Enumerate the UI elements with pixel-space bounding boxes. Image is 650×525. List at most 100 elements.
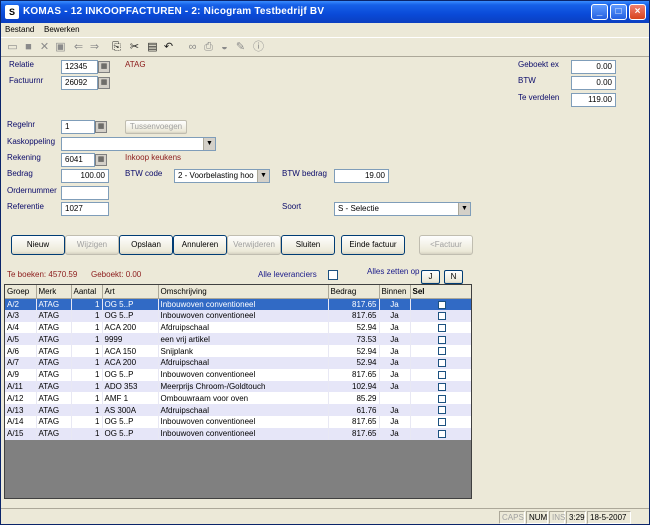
bedrag-field[interactable]: 100.00: [61, 169, 109, 183]
select-checkbox[interactable]: [437, 371, 446, 380]
verwijderen-button[interactable]: Verwijderen: [227, 235, 281, 255]
soort-value: S - Selectie: [338, 204, 379, 213]
regelnr-field[interactable]: 1: [61, 120, 95, 134]
rekening-field[interactable]: 6041: [61, 153, 95, 167]
undo-icon[interactable]: ↶: [161, 40, 176, 55]
table-row[interactable]: A/6 ATAG 1 ACA 150 Snijplank 52.94 Ja: [5, 345, 471, 357]
table-row[interactable]: A/11 ATAG 1 ADO 353 Meerprijs Chroom-/Goldto…: [5, 380, 471, 393]
cell-art: OG 5..P: [102, 298, 159, 310]
copy-icon[interactable]: ⎘: [109, 40, 124, 55]
table-row[interactable]: A/15 ATAG 1 OG 5..P Inbouwoven conventioneel…: [5, 427, 471, 440]
btw-label: BTW: [518, 76, 536, 85]
select-checkbox[interactable]: [437, 359, 446, 368]
menu-bewerken[interactable]: Bewerken: [44, 25, 80, 34]
col-aantal[interactable]: Aantal: [71, 285, 103, 299]
select-checkbox[interactable]: [437, 335, 446, 344]
table-row[interactable]: A/13 ATAG 1 AS 300A Afdruipschaal 61.76 Ja: [5, 404, 471, 416]
select-checkbox[interactable]: [437, 382, 446, 391]
opslaan-button[interactable]: Opslaan: [119, 235, 173, 255]
soort-select[interactable]: S - Selectie ▼: [334, 202, 471, 216]
forward-arrow-icon[interactable]: ⇒: [87, 40, 102, 55]
select-checkbox[interactable]: [437, 418, 446, 427]
select-checkbox[interactable]: [437, 312, 446, 321]
minimize-button[interactable]: _: [591, 4, 608, 20]
nieuw-button[interactable]: Nieuw: [11, 235, 65, 255]
cell-merk: ATAG: [36, 415, 72, 428]
cell-art: OG 5..P: [102, 415, 159, 428]
factuur-field[interactable]: 26092: [61, 76, 98, 90]
alles-zetten-label: Alles zetten op: [367, 267, 420, 276]
annuleren-button[interactable]: Annuleren: [173, 235, 227, 255]
paste-icon[interactable]: ▤: [145, 40, 160, 55]
select-checkbox[interactable]: [437, 300, 446, 309]
back-arrow-icon[interactable]: ⇐: [71, 40, 86, 55]
close-button[interactable]: ×: [629, 4, 646, 20]
invoice-lines-grid[interactable]: Groep Merk Aantal Art Omschrijving Bedra…: [4, 284, 472, 499]
kaskoppeling-select[interactable]: ▼: [61, 137, 216, 151]
binoculars-icon[interactable]: ∞: [185, 40, 200, 55]
cell-omschrijving: Inbouwoven conventioneel: [158, 427, 329, 440]
table-row[interactable]: A/2 ATAG 1 OG 5..P Inbouwoven conventioneel 8…: [5, 298, 471, 310]
col-bedrag[interactable]: Bedrag: [328, 285, 380, 299]
alle-leveranciers-checkbox[interactable]: [328, 270, 338, 280]
regelnr-lookup-icon[interactable]: ▦: [95, 121, 107, 133]
btwcode-select[interactable]: 2 - Voorbelasting hoo ▼: [174, 169, 270, 183]
new-icon[interactable]: ▭: [5, 40, 20, 55]
factuur-lookup-icon[interactable]: ▦: [98, 77, 110, 89]
cell-sel: [410, 368, 471, 381]
maximize-button[interactable]: □: [610, 4, 627, 20]
table-row[interactable]: A/5 ATAG 1 9999 een vrij artikel 73.53 Ja: [5, 333, 471, 346]
wijzigen-button[interactable]: Wijzigen: [65, 235, 119, 255]
table-row[interactable]: A/3 ATAG 1 OG 5..P Inbouwoven conventioneel 8…: [5, 309, 471, 322]
table-row[interactable]: A/14 ATAG 1 OG 5..P Inbouwoven conventioneel…: [5, 415, 471, 428]
table-row[interactable]: A/7 ATAG 1 ACA 200 Afdruipschaal 52.94 Ja: [5, 356, 471, 369]
col-art[interactable]: Art: [102, 285, 159, 299]
table-row[interactable]: A/12 ATAG 1 AMF 1 Ombouwraam voor oven 85.29: [5, 392, 471, 405]
select-checkbox[interactable]: [437, 430, 446, 439]
set-all-n-button[interactable]: N: [444, 270, 463, 284]
relatie-name: ATAG: [125, 60, 146, 69]
cut-icon[interactable]: ✂: [127, 40, 142, 55]
relatie-lookup-icon[interactable]: ▦: [98, 61, 110, 73]
cell-sel: [410, 345, 471, 357]
title-bar: S KOMAS - 12 INKOOPFACTUREN - 2: Nicogra…: [1, 1, 649, 23]
ordernummer-field[interactable]: [61, 186, 109, 200]
tussenvoegen-button[interactable]: Tussenvoegen: [125, 120, 187, 134]
relatie-field[interactable]: 12345: [61, 60, 98, 74]
btwbedrag-field[interactable]: 19.00: [334, 169, 389, 183]
preview-icon[interactable]: ◒: [217, 40, 232, 55]
table-row[interactable]: A/4 ATAG 1 ACA 200 Afdruipschaal 52.94 Ja: [5, 321, 471, 334]
cell-omschrijving: Meerprijs Chroom-/Goldtouch: [158, 380, 329, 393]
referentie-field[interactable]: 1027: [61, 202, 109, 216]
col-sel[interactable]: Sel: [410, 285, 471, 299]
col-omschrijving[interactable]: Omschrijving: [158, 285, 329, 299]
cell-bedrag: 817.65: [328, 298, 380, 310]
select-checkbox[interactable]: [437, 323, 446, 332]
delete-icon[interactable]: ✕: [37, 40, 52, 55]
menu-bestand[interactable]: Bestand: [5, 25, 34, 34]
select-checkbox[interactable]: [437, 406, 446, 415]
table-row[interactable]: A/9 ATAG 1 OG 5..P Inbouwoven conventioneel 8…: [5, 368, 471, 381]
col-binnen[interactable]: Binnen: [379, 285, 411, 299]
save-icon[interactable]: ■: [21, 40, 36, 55]
col-merk[interactable]: Merk: [36, 285, 72, 299]
geboekt-text: Geboekt: 0.00: [91, 270, 142, 279]
factuur-back-button[interactable]: <Factuur: [419, 235, 473, 255]
alle-leveranciers-label: Alle leveranciers: [258, 270, 317, 279]
print-icon[interactable]: ⎙: [201, 40, 216, 55]
saveas-icon[interactable]: ▣: [53, 40, 68, 55]
chevron-down-icon: ▼: [203, 138, 215, 150]
select-checkbox[interactable]: [437, 394, 446, 403]
rekening-lookup-icon[interactable]: ▦: [95, 154, 107, 166]
info-icon[interactable]: ⓘ: [251, 40, 266, 55]
set-all-j-button[interactable]: J: [421, 270, 440, 284]
cell-bedrag: 85.29: [328, 392, 380, 405]
col-groep[interactable]: Groep: [5, 285, 37, 299]
cell-merk: ATAG: [36, 427, 72, 440]
select-checkbox[interactable]: [437, 347, 446, 356]
geboekt-ex-label: Geboekt ex: [518, 60, 559, 69]
einde-factuur-button[interactable]: Einde factuur: [341, 235, 405, 255]
cell-sel: [410, 309, 471, 322]
sluiten-button[interactable]: Sluiten: [281, 235, 335, 255]
edit-icon[interactable]: ✎: [233, 40, 248, 55]
